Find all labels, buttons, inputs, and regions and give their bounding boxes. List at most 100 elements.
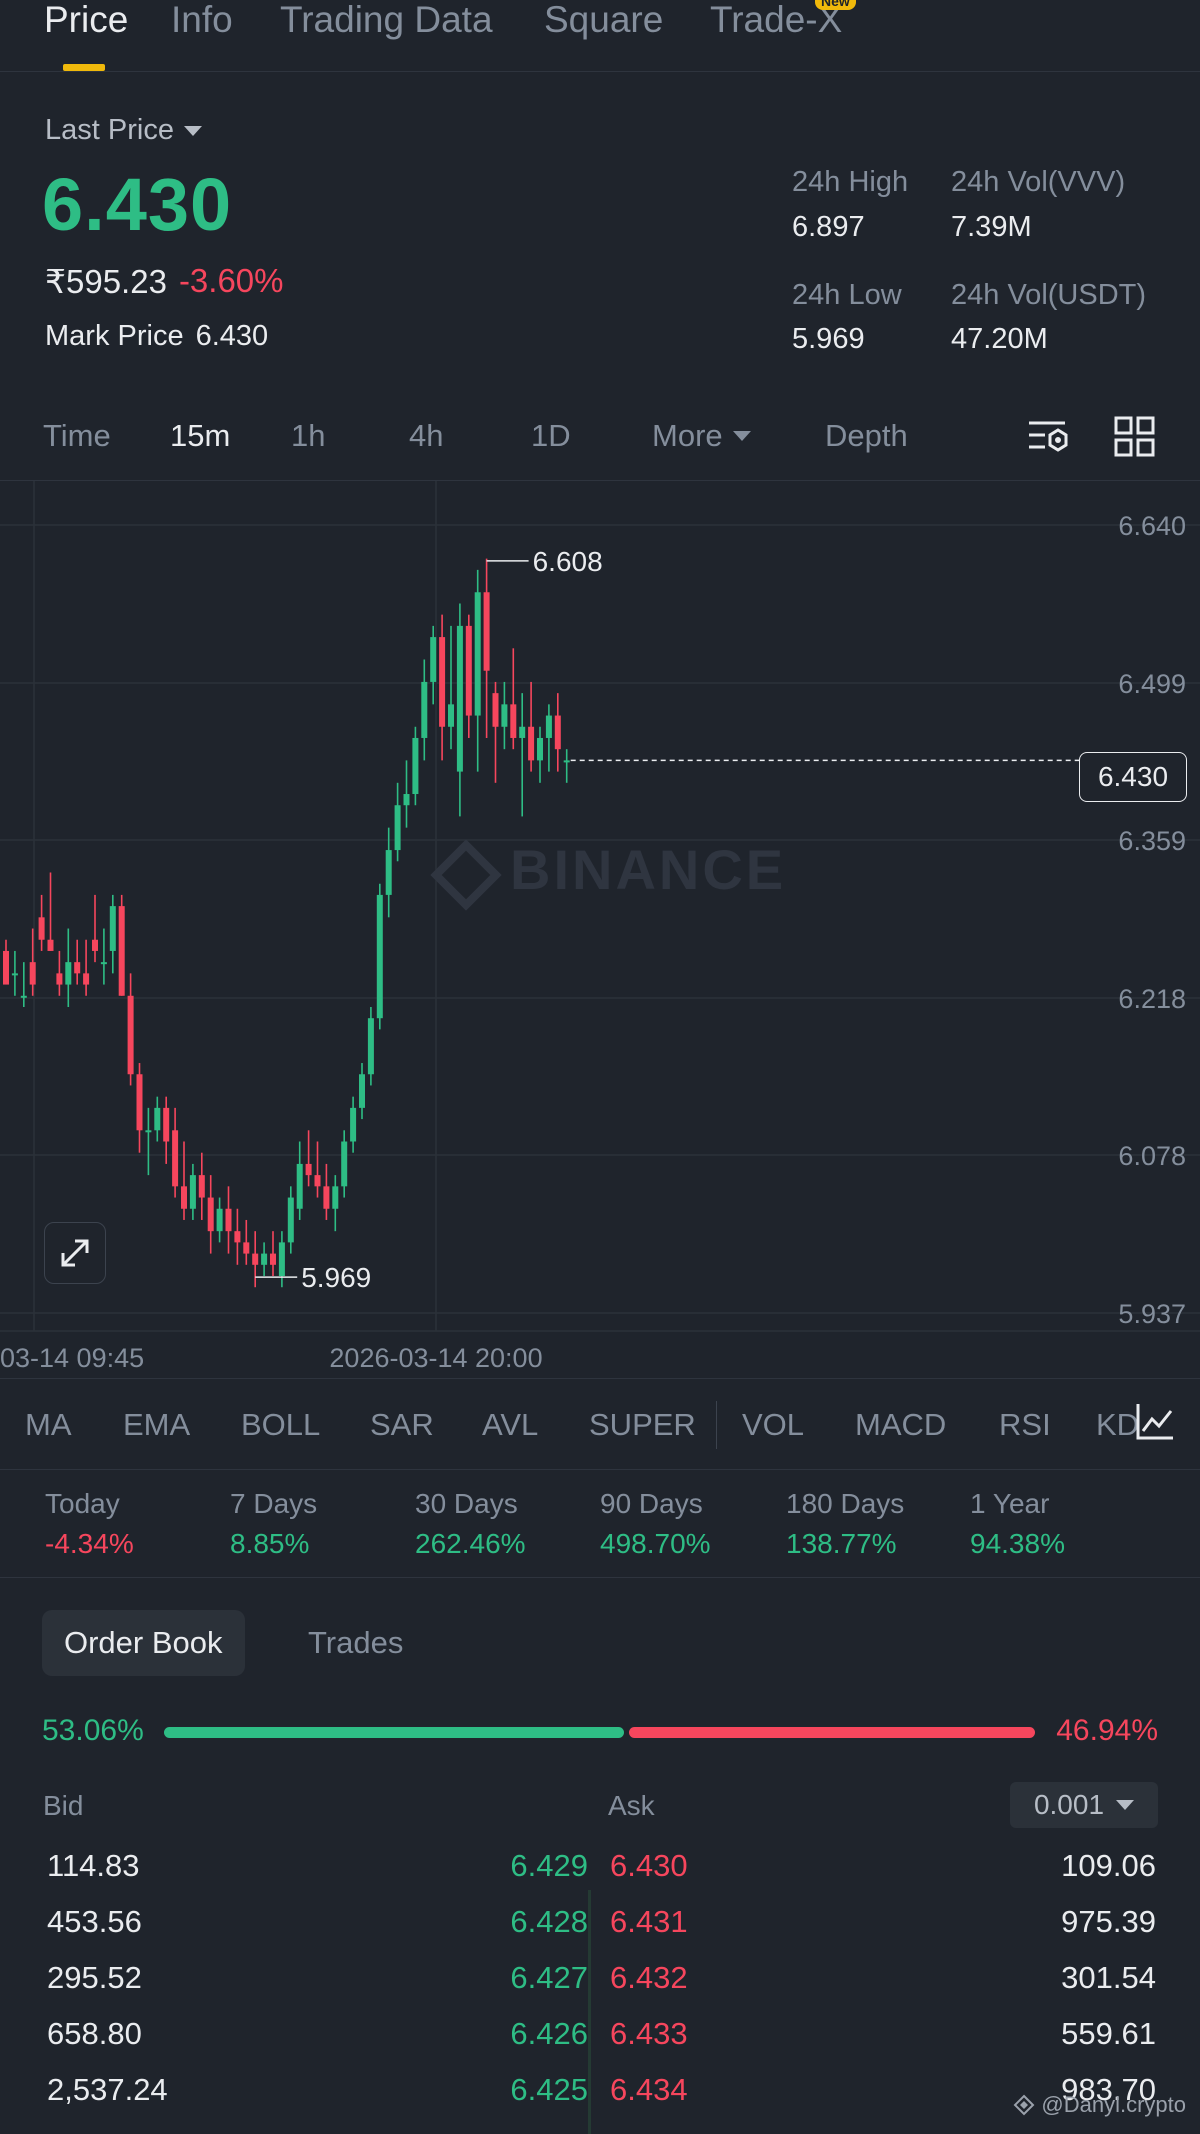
vol-usdt-value: 47.20M: [951, 323, 1048, 355]
interval-15m[interactable]: 15m: [170, 418, 230, 454]
bid-price: 6.426: [510, 2016, 588, 2051]
vol-vvv-label: 24h Vol(VVV): [951, 166, 1126, 198]
candle-body: [323, 1186, 330, 1209]
perf-label: 7 Days: [230, 1488, 318, 1519]
ask-qty: 975.39: [1061, 1904, 1156, 1939]
vol-vvv-value: 7.39M: [951, 211, 1032, 243]
caret-down-icon: [1116, 1800, 1135, 1810]
x-tick-label: 03-14 09:45: [0, 1343, 144, 1373]
candlestick-chart[interactable]: 6.640 6.499 6.359 6.218 6.078 5.937 BINANCE 6.6…: [0, 480, 1200, 1380]
perf-label: 90 Days: [600, 1488, 703, 1519]
candle-body: [385, 850, 392, 895]
expand-chart-button[interactable]: [44, 1222, 106, 1284]
candle-body: [554, 715, 561, 750]
candle-body: [11, 973, 18, 976]
bid-ratio-bar: [164, 1727, 624, 1738]
ask-price: 6.432: [610, 1960, 688, 1995]
candle-body: [296, 1163, 303, 1209]
tab-order-book[interactable]: Order Book: [42, 1610, 245, 1676]
perf-label: 1 Year: [970, 1488, 1050, 1519]
indicator-kd[interactable]: KD: [1096, 1407, 1138, 1443]
new-badge: New: [815, 0, 856, 10]
candle-body: [510, 704, 517, 738]
vol-usdt-label: 24h Vol(USDT): [951, 279, 1147, 311]
candle-body: [412, 737, 419, 795]
tab-price[interactable]: Price: [44, 0, 128, 40]
interval-time[interactable]: Time: [43, 418, 111, 454]
bid-qty: 658.80: [47, 2016, 142, 2051]
candle-body: [394, 805, 401, 851]
perf-label: 30 Days: [415, 1488, 518, 1519]
candle-body: [172, 1130, 179, 1187]
mark-price-value: 6.430: [195, 320, 269, 352]
candle-body: [278, 1242, 285, 1277]
indicator-boll[interactable]: BOLL: [241, 1407, 320, 1443]
indicator-super[interactable]: SUPER: [589, 1407, 696, 1443]
y-tick-label: 6.359: [1118, 826, 1186, 856]
candle-body: [20, 995, 27, 998]
candle-body: [100, 962, 107, 965]
candle-body: [430, 637, 437, 682]
tab-trading-data[interactable]: Trading Data: [280, 0, 493, 40]
section-divider: [0, 1577, 1200, 1578]
y-tick-label: 6.640: [1118, 511, 1186, 541]
order-row[interactable]: 658.80 6.426 6.433 559.61: [0, 2016, 1200, 2072]
last-price-selector[interactable]: Last Price: [45, 114, 202, 147]
bid-price: 6.429: [510, 1848, 588, 1883]
indicator-rsi[interactable]: RSI: [999, 1407, 1051, 1443]
candle-body: [47, 939, 54, 951]
order-row[interactable]: 295.52 6.427 6.432 301.54: [0, 1960, 1200, 2016]
perf-7d: 7 Days 8.85%: [230, 1488, 317, 1560]
order-row[interactable]: 453.56 6.428 6.431 975.39: [0, 1904, 1200, 1960]
indicator-sar[interactable]: SAR: [370, 1407, 434, 1443]
interval-depth[interactable]: Depth: [825, 418, 908, 454]
indicator-ema[interactable]: EMA: [123, 1407, 190, 1443]
mark-price-label: Mark Price: [45, 320, 184, 352]
bid-header: Bid: [43, 1790, 84, 1821]
indicator-ma[interactable]: MA: [25, 1407, 72, 1443]
perf-today: Today -4.34%: [45, 1488, 134, 1560]
interval-more[interactable]: More: [652, 418, 751, 454]
watermark-text: @Danyl.crypto: [1041, 2092, 1186, 2117]
low-24h-value: 5.969: [792, 323, 865, 355]
indicator-chart-icon[interactable]: [1135, 1401, 1175, 1441]
active-tab-indicator: [63, 64, 105, 71]
tab-square[interactable]: Square: [544, 0, 663, 40]
top-tab-bar: Price Info Trading Data Square Trade-X N…: [0, 0, 1200, 72]
precision-select[interactable]: 0.001: [1010, 1782, 1158, 1828]
perf-value: 138.77%: [786, 1528, 897, 1559]
interval-1d[interactable]: 1D: [531, 418, 571, 454]
candle-body: [367, 1018, 374, 1075]
candle-body: [92, 939, 98, 951]
candle-body: [127, 995, 134, 1075]
candle-body: [519, 726, 526, 738]
interval-1h[interactable]: 1h: [291, 418, 325, 454]
indicator-vol[interactable]: VOL: [742, 1407, 804, 1443]
candle-body: [501, 704, 508, 727]
candle-body: [456, 625, 463, 772]
ask-qty: 559.61: [1061, 2016, 1156, 2051]
candle-body: [163, 1107, 170, 1142]
ask-price: 6.431: [610, 1904, 688, 1939]
interval-4h[interactable]: 4h: [409, 418, 443, 454]
high-24h-value: 6.897: [792, 211, 865, 243]
last-price-label: Last Price: [45, 114, 174, 146]
candle-body: [65, 962, 72, 985]
caret-down-icon: [183, 125, 202, 136]
bid-price: 6.427: [510, 1960, 588, 1995]
order-row[interactable]: 114.83 6.429 6.430 109.06: [0, 1848, 1200, 1904]
candle-body: [225, 1208, 232, 1232]
candle-body: [563, 760, 570, 763]
high-marker-label: 6.608: [533, 546, 603, 577]
x-tick-label: 2026-03-14 20:00: [329, 1343, 542, 1373]
tab-info[interactable]: Info: [171, 0, 233, 40]
bid-qty: 114.83: [47, 1848, 140, 1883]
candle-body: [198, 1175, 205, 1198]
candle-body: [287, 1197, 294, 1243]
chart-settings-icon[interactable]: [1025, 414, 1071, 460]
grid-layout-icon[interactable]: [1112, 414, 1158, 460]
tab-trades[interactable]: Trades: [286, 1610, 425, 1676]
indicator-divider: [716, 1401, 717, 1449]
indicator-macd[interactable]: MACD: [855, 1407, 946, 1443]
indicator-avl[interactable]: AVL: [482, 1407, 538, 1443]
